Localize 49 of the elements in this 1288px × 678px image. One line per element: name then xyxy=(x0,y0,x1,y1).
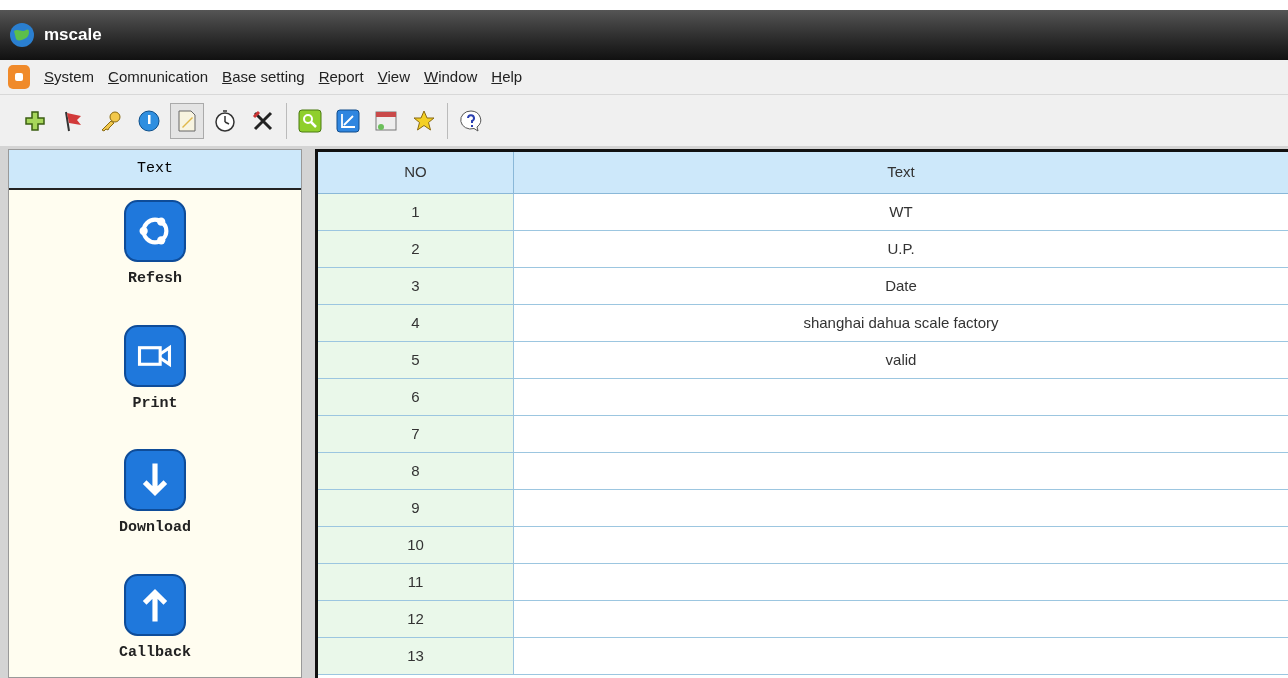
refresh-icon xyxy=(124,200,186,262)
chart-icon xyxy=(336,108,360,133)
row-number-cell: 9 xyxy=(318,490,514,526)
row-number-cell: 8 xyxy=(318,453,514,489)
menu-item[interactable]: Report xyxy=(318,65,364,89)
upload-icon xyxy=(124,573,186,636)
table-cell-text: valid xyxy=(885,349,917,370)
row-number-cell: 1 xyxy=(318,194,514,230)
camera-icon xyxy=(124,324,186,387)
row-number-cell: 7 xyxy=(318,416,514,452)
calendar-icon xyxy=(374,108,398,133)
row-number-cell: 6 xyxy=(318,379,514,415)
table-cell-text: shanghai dahua scale factory xyxy=(803,312,999,333)
row-number-cell: 11 xyxy=(318,564,514,600)
menu-item[interactable]: System xyxy=(44,65,95,89)
key-icon xyxy=(99,108,123,133)
row-number-cell: 2 xyxy=(318,231,514,267)
star-icon xyxy=(412,108,436,133)
download-icon xyxy=(124,449,186,511)
row-number-cell: 13 xyxy=(318,638,514,674)
menu-item[interactable]: View xyxy=(377,65,410,89)
note-icon xyxy=(175,108,199,133)
table-cell-text: WT xyxy=(889,201,913,222)
help-icon xyxy=(459,108,483,133)
sidebar-button[interactable]: Download xyxy=(119,449,191,540)
row-number-cell: 12 xyxy=(318,601,514,637)
app-icon xyxy=(8,65,30,89)
column-header[interactable]: NO xyxy=(318,152,514,193)
sidebar-button[interactable]: Callback xyxy=(119,573,191,664)
table-cell-text: Date xyxy=(885,275,917,296)
menu-item[interactable]: Base setting xyxy=(222,65,305,89)
globe-icon xyxy=(8,21,36,49)
menu-item[interactable]: Help xyxy=(491,65,523,89)
sidebar-button[interactable]: Refesh xyxy=(124,200,186,291)
plus-icon xyxy=(23,108,47,133)
column-header[interactable]: Text xyxy=(514,152,1288,193)
panel-header: Text xyxy=(9,150,301,190)
search-icon xyxy=(298,108,322,133)
row-number-cell: 4 xyxy=(318,305,514,341)
row-number-cell: 10 xyxy=(318,527,514,563)
row-number-cell: 3 xyxy=(318,268,514,304)
table-cell-text: U.P. xyxy=(887,238,915,259)
menu-item[interactable]: Window xyxy=(423,65,478,89)
stopwatch-icon xyxy=(213,108,237,133)
info-icon xyxy=(137,108,161,133)
window-title: mscale xyxy=(44,24,102,47)
menu-item[interactable]: Comnunication xyxy=(108,65,209,89)
row-number-cell: 5 xyxy=(318,342,514,378)
sidebar-button[interactable]: Print xyxy=(124,324,186,415)
